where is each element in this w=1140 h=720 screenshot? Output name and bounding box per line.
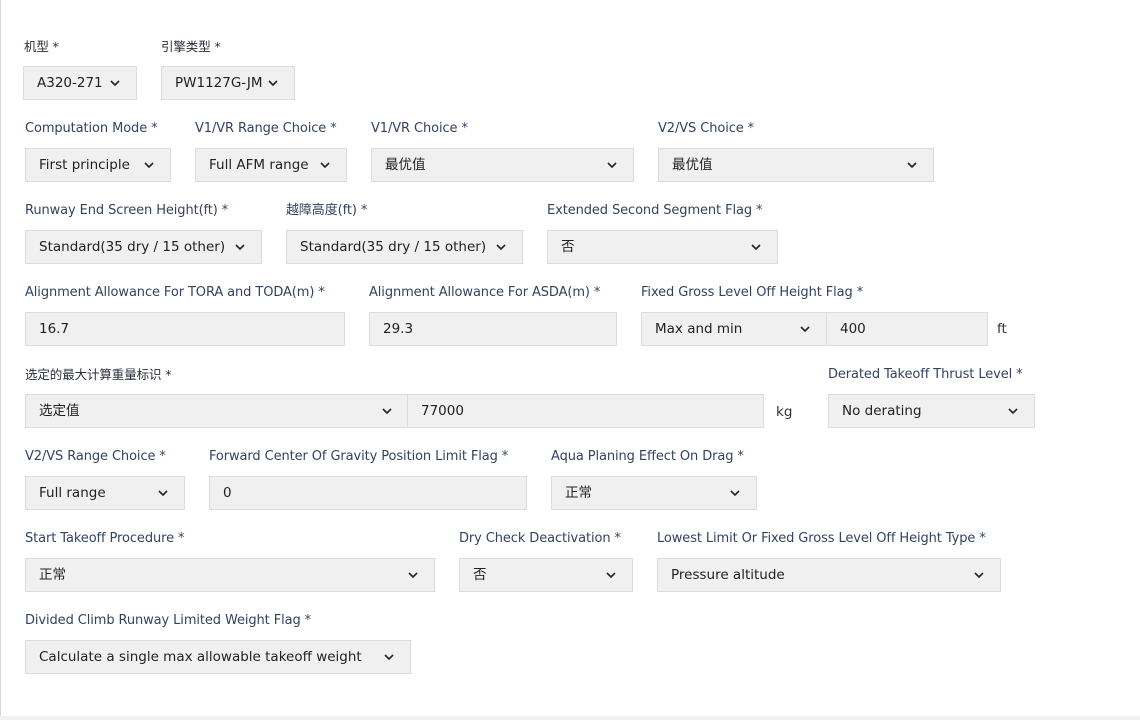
lowest-limit-type-label: Lowest Limit Or Fixed Gross Level Off He… (657, 531, 986, 546)
max-calc-weight-label: 选定的最大计算重量标识 * (25, 367, 172, 382)
fixed-gross-level-off-height-value: 400 (840, 321, 866, 337)
chevron-down-icon (266, 76, 280, 90)
v2vs-range-choice-label: V2/VS Range Choice * (25, 449, 166, 464)
v1vr-range-choice-select[interactable]: Full AFM range (195, 148, 347, 182)
forward-cg-limit-value: 0 (223, 485, 232, 501)
start-takeoff-procedure-value: 正常 (39, 567, 66, 583)
max-calc-weight-input[interactable]: 77000 (407, 394, 764, 428)
aqua-planing-value: 正常 (565, 485, 592, 501)
aircraft-type-select[interactable]: A320-271 (23, 66, 137, 100)
chevron-down-icon (605, 158, 619, 172)
alignment-tora-toda-input[interactable]: 16.7 (25, 312, 345, 346)
chevron-down-icon (233, 240, 247, 254)
max-calc-weight-number: 77000 (421, 403, 464, 419)
forward-cg-limit-input[interactable]: 0 (209, 476, 527, 510)
chevron-down-icon (156, 486, 170, 500)
v2vs-choice-label: V2/VS Choice * (658, 121, 755, 136)
chevron-down-icon (749, 240, 763, 254)
max-calc-weight-select[interactable]: 选定值 (25, 394, 409, 428)
panel-bottom-edge (0, 716, 1140, 720)
chevron-down-icon (406, 568, 420, 582)
computation-mode-select[interactable]: First principle (25, 148, 171, 182)
fixed-gross-level-off-label: Fixed Gross Level Off Height Flag * (641, 285, 864, 300)
aircraft-type-label: 机型 * (24, 39, 59, 54)
v1vr-range-choice-value: Full AFM range (209, 157, 309, 173)
v2vs-range-choice-select[interactable]: Full range (25, 476, 185, 510)
obstacle-clearance-height-select[interactable]: Standard(35 dry / 15 other) (286, 230, 523, 264)
chevron-down-icon (318, 158, 332, 172)
fixed-gross-level-off-height-input[interactable]: 400 (826, 312, 988, 346)
obstacle-clearance-height-label: 越障高度(ft) * (286, 203, 368, 218)
divided-climb-value: Calculate a single max allowable takeoff… (39, 649, 362, 665)
forward-cg-limit-label: Forward Center Of Gravity Position Limit… (209, 449, 509, 464)
v1vr-range-choice-label: V1/VR Range Choice * (195, 121, 337, 136)
computation-mode-value: First principle (39, 157, 130, 173)
alignment-asda-input[interactable]: 29.3 (369, 312, 617, 346)
obstacle-clearance-height-value: Standard(35 dry / 15 other) (300, 239, 487, 255)
weight-unit-kg: kg (776, 404, 793, 420)
v2vs-choice-value: 最优值 (672, 157, 713, 173)
v1vr-choice-select[interactable]: 最优值 (371, 148, 634, 182)
engine-type-label: 引擎类型 * (161, 39, 221, 54)
chevron-down-icon (905, 158, 919, 172)
alignment-asda-value: 29.3 (383, 321, 414, 337)
start-takeoff-procedure-label: Start Takeoff Procedure * (25, 531, 185, 546)
v2vs-choice-select[interactable]: 最优值 (658, 148, 934, 182)
max-calc-weight-value: 选定值 (39, 403, 80, 419)
computation-mode-label: Computation Mode * (25, 121, 158, 136)
chevron-down-icon (382, 650, 396, 664)
chevron-down-icon (604, 568, 618, 582)
v1vr-choice-value: 最优值 (385, 157, 426, 173)
chevron-down-icon (380, 404, 394, 418)
lowest-limit-type-value: Pressure altitude (671, 567, 785, 583)
chevron-down-icon (798, 322, 812, 336)
dry-check-deactivation-select[interactable]: 否 (459, 558, 633, 592)
alignment-tora-toda-label: Alignment Allowance For TORA and TODA(m)… (25, 285, 325, 300)
engine-type-value: PW1127G-JM (175, 75, 263, 91)
height-unit-ft: ft (997, 321, 1007, 337)
v2vs-range-choice-value: Full range (39, 485, 106, 501)
fixed-gross-level-off-select[interactable]: Max and min (641, 312, 827, 346)
divided-climb-select[interactable]: Calculate a single max allowable takeoff… (25, 640, 411, 674)
extended-second-segment-select[interactable]: 否 (547, 230, 778, 264)
chevron-down-icon (728, 486, 742, 500)
chevron-down-icon (972, 568, 986, 582)
start-takeoff-procedure-select[interactable]: 正常 (25, 558, 435, 592)
derated-thrust-value: No derating (842, 403, 922, 419)
fixed-gross-level-off-value: Max and min (655, 321, 743, 337)
chevron-down-icon (142, 158, 156, 172)
panel-left-border (0, 0, 1, 720)
derated-thrust-select[interactable]: No derating (828, 394, 1035, 428)
divided-climb-label: Divided Climb Runway Limited Weight Flag… (25, 613, 312, 628)
extended-second-segment-value: 否 (561, 239, 575, 255)
chevron-down-icon (1006, 404, 1020, 418)
chevron-down-icon (108, 76, 122, 90)
v1vr-choice-label: V1/VR Choice * (371, 121, 468, 136)
dry-check-deactivation-label: Dry Check Deactivation * (459, 531, 621, 546)
runway-end-screen-height-select[interactable]: Standard(35 dry / 15 other) (25, 230, 262, 264)
aqua-planing-label: Aqua Planing Effect On Drag * (551, 449, 744, 464)
runway-end-screen-height-label: Runway End Screen Height(ft) * (25, 203, 229, 218)
aircraft-type-value: A320-271 (37, 75, 103, 91)
aqua-planing-select[interactable]: 正常 (551, 476, 757, 510)
extended-second-segment-label: Extended Second Segment Flag * (547, 203, 763, 218)
lowest-limit-type-select[interactable]: Pressure altitude (657, 558, 1001, 592)
derated-thrust-label: Derated Takeoff Thrust Level * (828, 367, 1023, 382)
chevron-down-icon (494, 240, 508, 254)
engine-type-select[interactable]: PW1127G-JM (161, 66, 295, 100)
dry-check-deactivation-value: 否 (473, 567, 487, 583)
alignment-asda-label: Alignment Allowance For ASDA(m) * (369, 285, 601, 300)
alignment-tora-toda-value: 16.7 (39, 321, 70, 337)
runway-end-screen-height-value: Standard(35 dry / 15 other) (39, 239, 226, 255)
